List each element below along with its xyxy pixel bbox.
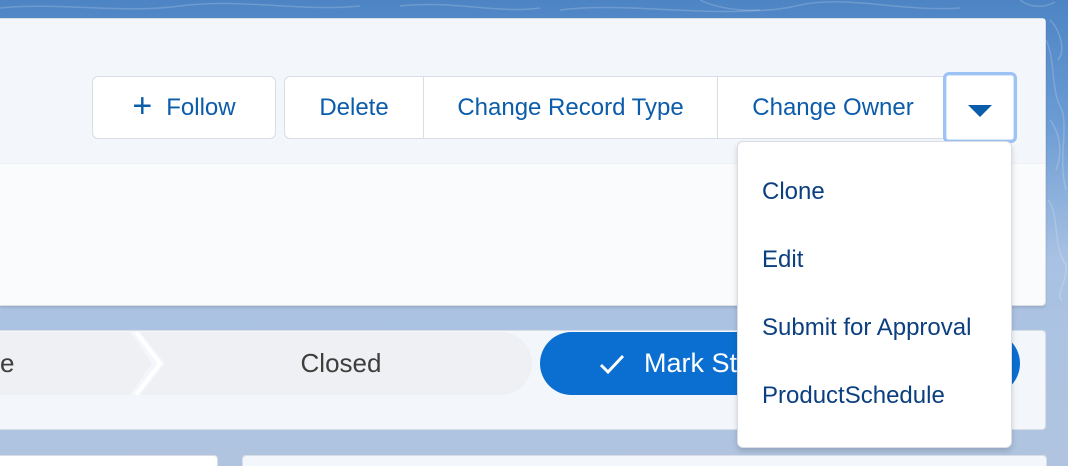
menu-item-label: Edit xyxy=(762,246,804,273)
path-stage-previous[interactable]: e xyxy=(0,332,152,395)
plus-icon: + xyxy=(132,87,153,125)
details-card-right xyxy=(242,455,1047,466)
menu-item-clone[interactable]: Clone xyxy=(738,158,1011,226)
more-actions-button[interactable] xyxy=(943,72,1017,143)
menu-item-label: Clone xyxy=(762,178,825,205)
more-actions-dropdown: Clone Edit Submit for Approval ProductSc… xyxy=(737,141,1012,448)
change-record-type-button[interactable]: Change Record Type xyxy=(423,76,718,139)
menu-item-submit-for-approval[interactable]: Submit for Approval xyxy=(738,294,1011,362)
change-record-type-label: Change Record Type xyxy=(457,93,684,121)
change-owner-label: Change Owner xyxy=(752,93,914,121)
details-card-left xyxy=(0,455,218,466)
mark-stage-label: Mark St xyxy=(644,348,738,378)
delete-label: Delete xyxy=(319,93,389,121)
change-owner-button[interactable]: Change Owner xyxy=(717,76,949,139)
path-stage-closed[interactable]: Closed xyxy=(140,332,532,395)
previous-stage-label: e xyxy=(0,348,15,378)
menu-item-label: ProductSchedule xyxy=(762,382,945,409)
chevron-down-icon xyxy=(968,104,992,117)
closed-stage-label: Closed xyxy=(300,348,382,378)
follow-label: Follow xyxy=(166,93,236,121)
menu-item-product-schedule[interactable]: ProductSchedule xyxy=(738,362,1011,430)
stage-separator xyxy=(134,332,163,395)
check-icon xyxy=(599,354,625,374)
menu-item-edit[interactable]: Edit xyxy=(738,226,1011,294)
menu-item-label: Submit for Approval xyxy=(762,314,972,341)
follow-button[interactable]: + Follow xyxy=(92,76,276,139)
delete-button[interactable]: Delete xyxy=(284,76,424,139)
